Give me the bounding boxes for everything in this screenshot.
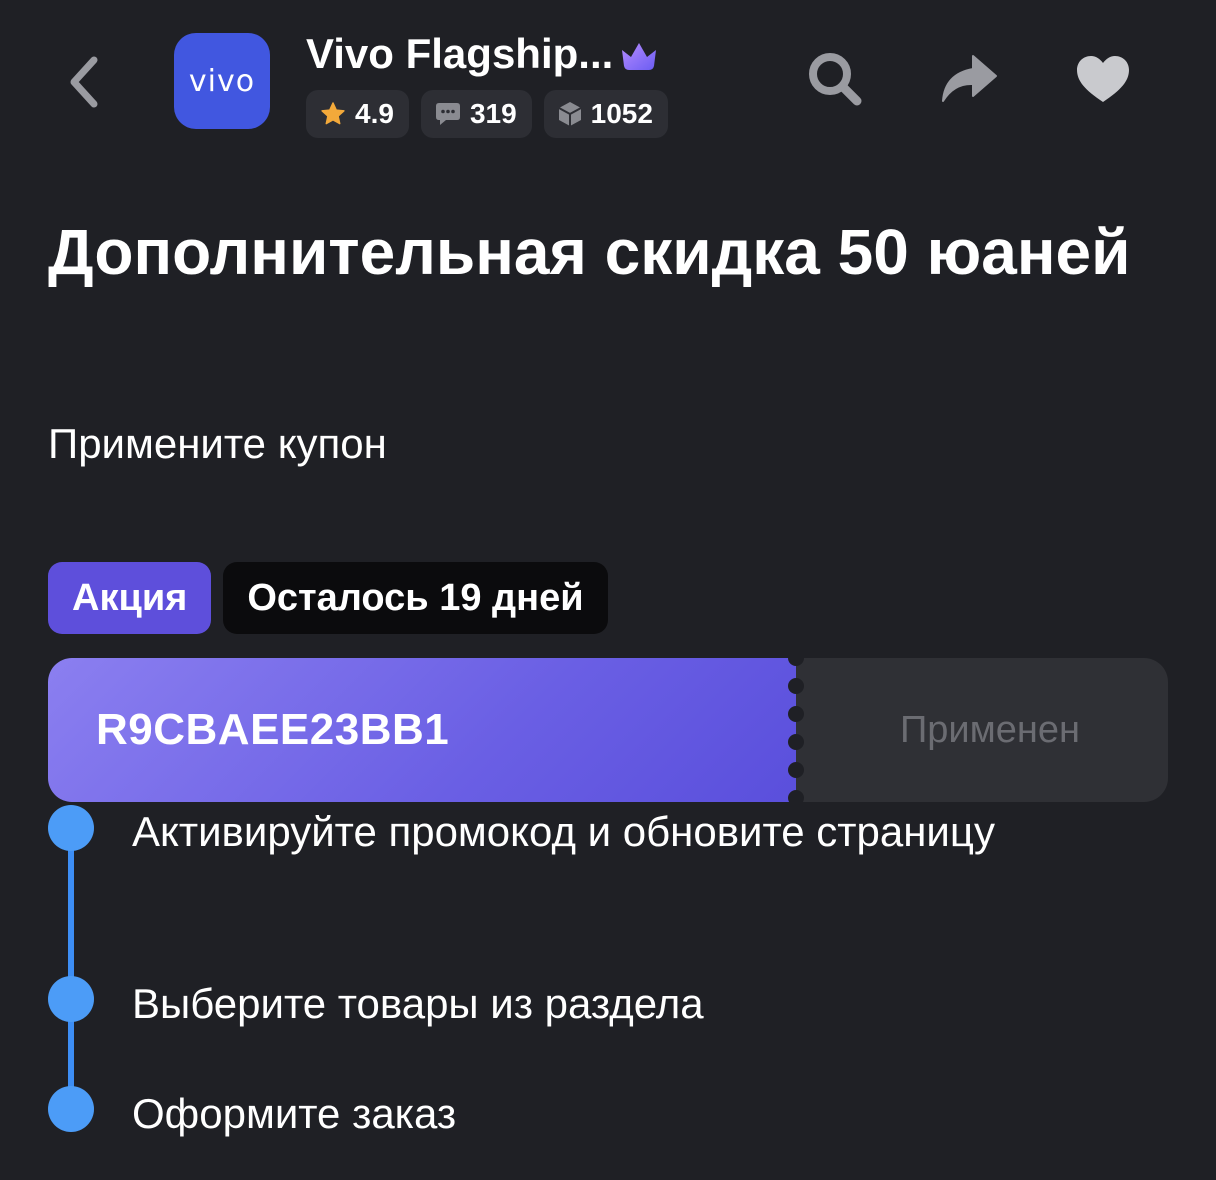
promo-tag: Акция bbox=[48, 562, 212, 634]
step-2-text: Выберите товары из раздела bbox=[132, 980, 704, 1027]
step-3-text: Оформите заказ bbox=[132, 1090, 457, 1137]
search-button[interactable] bbox=[806, 46, 864, 112]
box-icon bbox=[558, 102, 582, 126]
time-remaining-tag: Осталось 19 дней bbox=[223, 562, 608, 634]
store-stats: 4.9 319 1052 bbox=[306, 90, 668, 138]
comments-count: 319 bbox=[469, 98, 517, 129]
favorite-button[interactable] bbox=[1074, 46, 1132, 112]
rating-value: 4.9 bbox=[355, 98, 394, 129]
steps-connector bbox=[68, 828, 74, 1112]
search-icon bbox=[809, 53, 862, 106]
store-logo-text: vivo bbox=[188, 63, 256, 99]
chevron-left-icon bbox=[70, 56, 98, 108]
promo-tags: Акция Осталось 19 дней bbox=[48, 562, 608, 634]
step-dot-1 bbox=[48, 805, 94, 851]
orders-count: 1052 bbox=[590, 98, 653, 129]
star-icon bbox=[321, 102, 345, 125]
coupon-code-area[interactable]: R9CBAEE23BB1 bbox=[48, 658, 796, 802]
header-actions bbox=[806, 46, 1132, 112]
rating-chip[interactable]: 4.9 bbox=[306, 90, 409, 138]
step-dot-3 bbox=[48, 1086, 94, 1132]
share-button[interactable] bbox=[940, 46, 998, 112]
coupon-perforation bbox=[788, 658, 804, 802]
comment-icon bbox=[435, 103, 460, 125]
promo-title: Дополнительная скидка 50 юаней bbox=[48, 216, 1131, 288]
comments-chip[interactable]: 319 bbox=[420, 90, 532, 138]
orders-chip[interactable]: 1052 bbox=[543, 90, 668, 138]
store-title-row[interactable]: Vivo Flagship... bbox=[306, 28, 659, 80]
store-promo-page: vivo Vivo Flagship... 4.9 319 1052 Допол… bbox=[0, 0, 1216, 1180]
share-icon bbox=[942, 55, 997, 102]
store-logo[interactable]: vivo bbox=[174, 33, 270, 129]
step-1-text: Активируйте промокод и обновите страницу bbox=[132, 808, 995, 855]
coupon-code: R9CBAEE23BB1 bbox=[96, 705, 450, 754]
heart-icon bbox=[1077, 56, 1129, 102]
step-dot-2 bbox=[48, 976, 94, 1022]
back-button[interactable] bbox=[58, 50, 108, 114]
coupon-status: Применен bbox=[899, 708, 1081, 751]
promo-subtitle: Примените купон bbox=[48, 420, 387, 467]
store-name: Vivo Flagship... bbox=[306, 30, 614, 77]
coupon-apply-button[interactable]: Применен bbox=[796, 658, 1168, 802]
crown-icon bbox=[619, 40, 659, 72]
coupon-card: R9CBAEE23BB1 Применен bbox=[48, 658, 1168, 802]
